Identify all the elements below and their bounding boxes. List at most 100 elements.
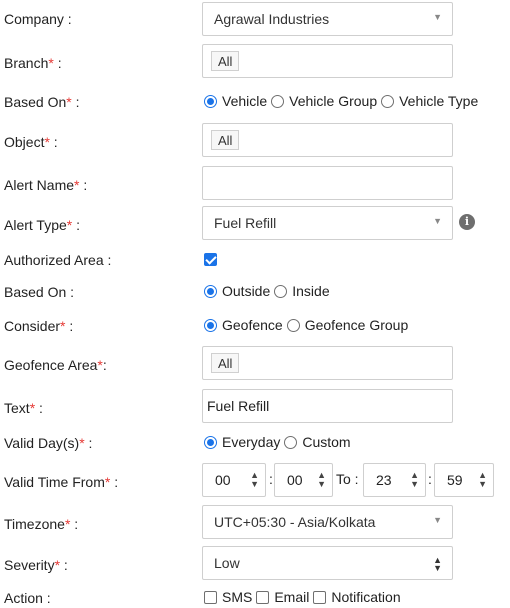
- label-colon: :: [84, 435, 93, 451]
- chevron-down-icon: ▼: [433, 515, 442, 525]
- text-label-text: Text: [4, 400, 30, 416]
- updown-arrows-icon: ▲ ▼: [478, 470, 487, 489]
- radio-vehicle-type-label[interactable]: Vehicle Type: [399, 93, 478, 109]
- valid-time-row: Valid Time From* : 00 ▲ ▼ : 00 ▲ ▼ To : 23…: [0, 463, 510, 497]
- consider-radio-group: Geofence Geofence Group: [204, 317, 412, 333]
- geofence-area-multiselect[interactable]: All: [202, 346, 453, 380]
- consider-row: Consider* : Geofence Geofence Group: [0, 316, 510, 336]
- sms-checkbox[interactable]: [204, 590, 217, 604]
- action-row: Action : SMS Email Notification: [0, 588, 510, 608]
- text-row: Text* : Fuel Refill: [0, 389, 510, 423]
- based-on-label-text: Based On: [4, 94, 67, 110]
- branch-multiselect[interactable]: All: [202, 44, 453, 78]
- radio-everyday-label[interactable]: Everyday: [222, 434, 280, 450]
- company-select[interactable]: Agrawal Industries ▼: [202, 2, 453, 36]
- severity-label-text: Severity: [4, 557, 55, 573]
- alert-type-label-text: Alert Type: [4, 217, 67, 233]
- alert-form: Company : Agrawal Industries ▼ Branch* :…: [0, 0, 510, 608]
- alert-name-row: Alert Name* :: [0, 166, 510, 200]
- authorized-area-label: Authorized Area :: [4, 252, 112, 268]
- severity-select[interactable]: Low ▲ ▼: [202, 546, 453, 580]
- radio-geofence[interactable]: [204, 318, 217, 332]
- company-value: Agrawal Industries: [214, 11, 330, 27]
- from-minute-select[interactable]: 00 ▲ ▼: [274, 463, 333, 497]
- to-hour-value: 23: [376, 472, 392, 488]
- timezone-label-text: Timezone: [4, 516, 65, 532]
- radio-everyday[interactable]: [204, 435, 217, 449]
- timezone-label: Timezone* :: [4, 515, 78, 533]
- radio-custom[interactable]: [284, 435, 298, 449]
- radio-geofence-group[interactable]: [286, 318, 300, 332]
- label-colon: :: [72, 217, 81, 233]
- valid-time-label-text: Valid Time From: [4, 474, 105, 490]
- to-minute-select[interactable]: 59 ▲ ▼: [434, 463, 494, 497]
- radio-vehicle-group[interactable]: [271, 94, 285, 108]
- object-label-text: Object: [4, 134, 45, 150]
- email-checkbox[interactable]: [256, 590, 270, 604]
- text-label: Text* :: [4, 399, 43, 417]
- alert-name-label: Alert Name* :: [4, 176, 87, 194]
- info-icon[interactable]: i: [459, 214, 475, 230]
- radio-outside-label[interactable]: Outside: [222, 283, 270, 299]
- chevron-down-icon: ▼: [433, 216, 442, 226]
- from-hour-value: 00: [215, 472, 231, 488]
- valid-time-label: Valid Time From* :: [4, 473, 118, 491]
- valid-days-radio-group: Everyday Custom: [204, 434, 355, 450]
- company-label: Company :: [4, 11, 72, 27]
- chevron-down-icon: ▼: [433, 12, 442, 22]
- radio-vehicle-group-label[interactable]: Vehicle Group: [289, 93, 377, 109]
- radio-vehicle[interactable]: [204, 94, 217, 108]
- label-colon: :: [79, 177, 88, 193]
- from-hour-select[interactable]: 00 ▲ ▼: [202, 463, 266, 497]
- to-hour-select[interactable]: 23 ▲ ▼: [363, 463, 426, 497]
- branch-tag[interactable]: All: [211, 51, 240, 71]
- object-row: Object* : All: [0, 123, 510, 157]
- email-checkbox-label[interactable]: Email: [274, 589, 309, 605]
- alert-type-select[interactable]: Fuel Refill ▼: [202, 206, 453, 240]
- to-minute-value: 59: [447, 472, 463, 488]
- label-colon: :: [65, 318, 74, 334]
- radio-geofence-group-label[interactable]: Geofence Group: [305, 317, 409, 333]
- action-checkbox-group: SMS Email Notification: [204, 589, 405, 605]
- radio-geofence-label[interactable]: Geofence: [222, 317, 283, 333]
- radio-outside[interactable]: [204, 284, 217, 298]
- authorized-area-row: Authorized Area :: [0, 250, 510, 270]
- object-tag[interactable]: All: [211, 130, 240, 150]
- based-on-area-row: Based On : Outside Inside: [0, 282, 510, 302]
- notification-checkbox-label[interactable]: Notification: [331, 589, 400, 605]
- updown-arrows-icon: ▲ ▼: [410, 470, 419, 489]
- geofence-area-row: Geofence Area*: All: [0, 346, 510, 380]
- radio-vehicle-label[interactable]: Vehicle: [222, 93, 267, 109]
- based-on-area-label: Based On :: [4, 284, 75, 300]
- alert-type-value: Fuel Refill: [214, 215, 277, 231]
- radio-vehicle-type[interactable]: [381, 94, 395, 108]
- valid-days-label: Valid Day(s)* :: [4, 434, 92, 452]
- sms-checkbox-label[interactable]: SMS: [222, 589, 252, 605]
- radio-inside[interactable]: [274, 284, 288, 298]
- radio-inside-label[interactable]: Inside: [292, 283, 329, 299]
- authorized-area-checkbox[interactable]: [204, 253, 217, 266]
- severity-value: Low: [214, 555, 240, 571]
- updown-arrows-icon: ▲ ▼: [317, 470, 326, 489]
- time-separator: :: [269, 471, 273, 487]
- based-on-area-radio-group: Outside Inside: [204, 283, 334, 299]
- label-colon: :: [110, 474, 119, 490]
- label-colon: :: [53, 55, 62, 71]
- updown-arrows-icon: ▲ ▼: [250, 470, 259, 489]
- label-colon: :: [49, 134, 58, 150]
- notification-checkbox[interactable]: [313, 590, 327, 604]
- branch-row: Branch* : All: [0, 44, 510, 78]
- alert-name-label-text: Alert Name: [4, 177, 75, 193]
- text-value: Fuel Refill: [207, 398, 270, 414]
- label-colon: :: [102, 357, 107, 373]
- text-input[interactable]: Fuel Refill: [202, 389, 453, 423]
- object-multiselect[interactable]: All: [202, 123, 453, 157]
- alert-name-input[interactable]: [202, 166, 453, 200]
- radio-custom-label[interactable]: Custom: [302, 434, 350, 450]
- branch-label-text: Branch: [4, 55, 49, 71]
- consider-label-text: Consider: [4, 318, 61, 334]
- timezone-select[interactable]: UTC+05:30 - Asia/Kolkata ▼: [202, 505, 453, 539]
- geofence-area-tag[interactable]: All: [211, 353, 240, 373]
- label-colon: :: [70, 516, 79, 532]
- geofence-area-label: Geofence Area*:: [4, 356, 107, 374]
